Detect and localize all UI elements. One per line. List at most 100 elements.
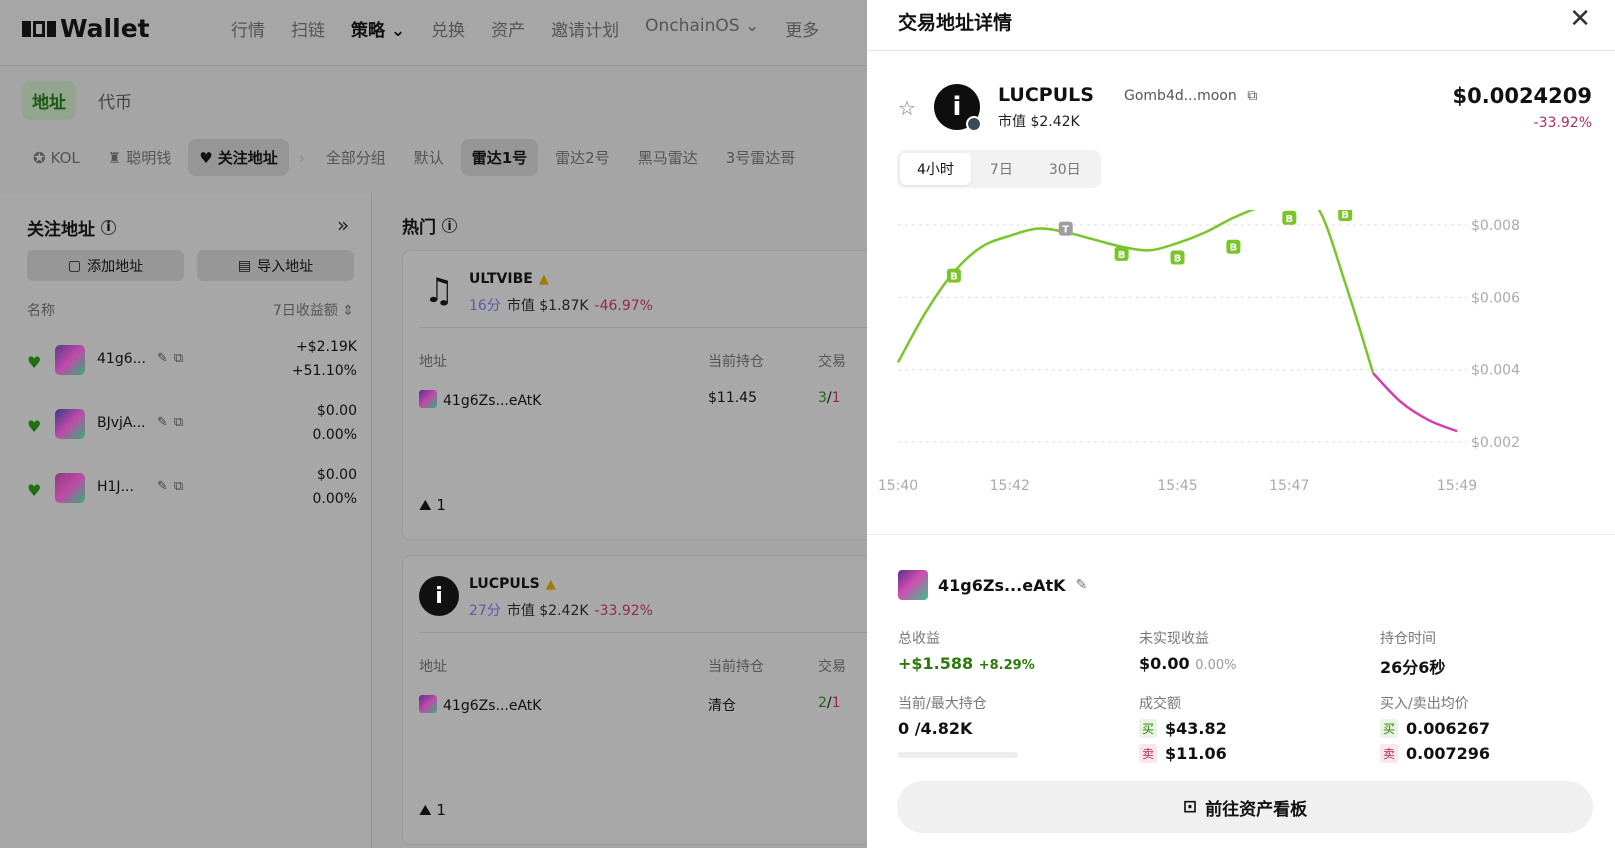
nav-item[interactable]: 更多 bbox=[785, 16, 819, 41]
trade-marker-label: B bbox=[1341, 210, 1349, 221]
dashboard-icon: ⊡ bbox=[1182, 797, 1198, 817]
panel-title: 关注地址 i bbox=[27, 215, 116, 240]
logo[interactable]: Wallet bbox=[22, 14, 150, 43]
address-text: 41g6Zs...eAtK bbox=[443, 698, 542, 714]
time-range-tabs: 4小时 7日 30日 bbox=[897, 150, 1101, 188]
group-tab[interactable]: ♥ 关注地址 bbox=[188, 139, 289, 176]
token-info-icon: i bbox=[934, 84, 982, 132]
holder-row: 41g6Zs...eAtK ✎ bbox=[898, 570, 1087, 600]
group-tab[interactable]: 雷达1号 bbox=[460, 139, 539, 176]
range-tab[interactable]: 30日 bbox=[1032, 153, 1098, 185]
group-tab-label: 3号雷达哥 bbox=[725, 149, 796, 167]
hot-token-card[interactable]: ♫ ULTVIBE ▲ 16分 市值 $1.87K -46.97% 地址 当前持仓 交易 41g6… bbox=[402, 250, 867, 540]
collapse-icon[interactable]: » bbox=[337, 213, 349, 237]
buy-tag: 买 bbox=[1380, 719, 1399, 738]
address-cell[interactable]: 41g6Zs...eAtK bbox=[419, 390, 541, 409]
warning-icon: ▲ bbox=[538, 272, 549, 287]
address-text: 41g6Zs...eAtK bbox=[443, 393, 542, 409]
people-icon: ⛰ bbox=[419, 496, 437, 514]
edit-copy-icons[interactable]: ✎⧉ bbox=[157, 351, 189, 366]
col-address: 地址 bbox=[419, 659, 447, 675]
moneybag-icon: ♜ bbox=[107, 148, 122, 167]
group-tab[interactable]: 雷达2号 bbox=[544, 139, 621, 176]
group-bar: ✪ KOL ♜ 聪明钱 ♥ 关注地址 › 全部分组 默认 雷达1号 雷达2号 黑马雷达 3号雷达哥 bbox=[22, 139, 806, 176]
y-tick-label: $0.002 bbox=[1471, 435, 1520, 451]
holding-cell: $11.45 bbox=[708, 390, 757, 406]
subtab[interactable]: 地址 bbox=[22, 81, 76, 120]
group-tab-label: 雷达1号 bbox=[471, 149, 528, 167]
info-icon[interactable]: i bbox=[442, 218, 457, 233]
token-address: Gomb4d...moon ⧉ bbox=[1124, 88, 1258, 104]
edit-icon[interactable]: ✎ bbox=[1076, 577, 1088, 593]
music-note-icon: ♫ bbox=[423, 271, 455, 311]
y-tick-label: $0.004 bbox=[1471, 363, 1520, 379]
nav-item[interactable]: OnchainOS ⌄ bbox=[645, 16, 759, 41]
copy-icon[interactable]: ⧉ bbox=[1247, 88, 1257, 104]
token-change: -46.97% bbox=[594, 298, 653, 314]
col-trades: 交易 bbox=[818, 659, 846, 675]
col-holding: 当前持仓 bbox=[708, 659, 764, 675]
people-icon: ⛰ bbox=[419, 801, 437, 819]
address-row[interactable]: ♥ H1J... ✎⧉ $0.00 0.00% bbox=[27, 467, 357, 527]
info-icon[interactable]: i bbox=[101, 220, 116, 235]
stat-volume: 成交额 买 $43.82 卖 $11.06 bbox=[1139, 696, 1227, 763]
stat-total-profit: 总收益 +$1.588 +8.29% bbox=[898, 631, 1035, 673]
token-name: ULTVIBE ▲ bbox=[469, 271, 549, 287]
nav-item[interactable]: 资产 bbox=[491, 16, 525, 41]
range-tab[interactable]: 7日 bbox=[973, 153, 1030, 185]
token-change: -33.92% bbox=[594, 603, 653, 619]
nav-item[interactable]: 行情 bbox=[231, 16, 265, 41]
star-icon[interactable]: ☆ bbox=[898, 96, 916, 120]
hot-title: 热门 i bbox=[402, 213, 457, 238]
close-icon[interactable]: ✕ bbox=[1569, 6, 1591, 32]
nav-item[interactable]: 扫链 bbox=[291, 16, 325, 41]
range-tab[interactable]: 4小时 bbox=[900, 153, 971, 185]
address-row[interactable]: ♥ 41g6... ✎⧉ +$2.19K +51.10% bbox=[27, 339, 357, 399]
group-tab[interactable]: 全部分组 bbox=[315, 139, 397, 176]
token-name-text: ULTVIBE bbox=[469, 271, 533, 287]
x-tick-label: 15:40 bbox=[878, 478, 918, 494]
col-address: 地址 bbox=[419, 354, 447, 370]
token-meta: 27分 市值 $2.42K -33.92% bbox=[469, 600, 653, 620]
address-name: BJvjA... bbox=[97, 415, 146, 431]
edit-copy-icons[interactable]: ✎⧉ bbox=[157, 415, 189, 430]
heart-icon[interactable]: ♥ bbox=[27, 417, 41, 436]
volume-sell: $11.06 bbox=[1165, 744, 1227, 763]
info-icon: i bbox=[419, 576, 459, 616]
nav-item[interactable]: 策略 ⌄ bbox=[351, 16, 405, 41]
token-market-cap: 市值 $2.42K bbox=[998, 114, 1080, 130]
address-name: H1J... bbox=[97, 479, 134, 495]
subtab[interactable]: 代币 bbox=[88, 81, 142, 120]
import-address-button[interactable]: ▤ 导入地址 bbox=[197, 250, 354, 281]
token-price: $0.0024209 bbox=[1452, 84, 1592, 108]
group-tab[interactable]: 默认 bbox=[403, 139, 455, 176]
group-tab[interactable]: ✪ KOL bbox=[22, 141, 91, 175]
nav-item[interactable]: 兑换 bbox=[431, 16, 465, 41]
token-age: 16分 bbox=[469, 298, 501, 314]
nav-item[interactable]: 邀请计划 bbox=[551, 16, 619, 41]
group-tab[interactable]: ♜ 聪明钱 bbox=[97, 139, 182, 176]
edit-copy-icons[interactable]: ✎⧉ bbox=[157, 479, 189, 494]
divider bbox=[419, 327, 867, 328]
x-tick-label: 15:45 bbox=[1157, 478, 1197, 494]
hot-token-card[interactable]: i LUCPULS ▲ 27分 市值 $2.42K -33.92% 地址 当前持仓 交易 41g6… bbox=[402, 555, 867, 845]
heart-icon[interactable]: ♥ bbox=[27, 481, 41, 500]
address-cell[interactable]: 41g6Zs...eAtK bbox=[419, 695, 541, 714]
heart-icon[interactable]: ♥ bbox=[27, 353, 41, 372]
group-tab[interactable]: 3号雷达哥 bbox=[715, 139, 807, 176]
holder-address: 41g6Zs...eAtK bbox=[938, 575, 1066, 595]
add-address-button[interactable]: ▢ 添加地址 bbox=[27, 250, 184, 281]
address-token-tabs: 地址 代币 bbox=[22, 81, 142, 120]
address-row[interactable]: ♥ BJvjA... ✎⧉ $0.00 0.00% bbox=[27, 403, 357, 463]
add-address-icon: ▢ bbox=[67, 257, 82, 274]
group-tab[interactable]: 黑马雷达 bbox=[627, 139, 709, 176]
sort-7d-profit[interactable]: 7日收益额 ⇕ bbox=[273, 300, 354, 320]
trades-buy: 3 bbox=[818, 390, 827, 406]
stat-position: 当前/最大持仓 0 /4.82K bbox=[898, 693, 1118, 758]
stat-hold-time: 持仓时间 26分6秒 bbox=[1380, 628, 1600, 678]
go-to-dashboard-button[interactable]: ⊡ 前往资产看板 bbox=[897, 781, 1593, 833]
volume-buy: $43.82 bbox=[1165, 719, 1227, 738]
y-tick-label: $0.006 bbox=[1471, 290, 1520, 306]
profit-pct: 0.00% bbox=[312, 491, 357, 507]
token-name: LUCPULS ▲ bbox=[469, 576, 556, 592]
